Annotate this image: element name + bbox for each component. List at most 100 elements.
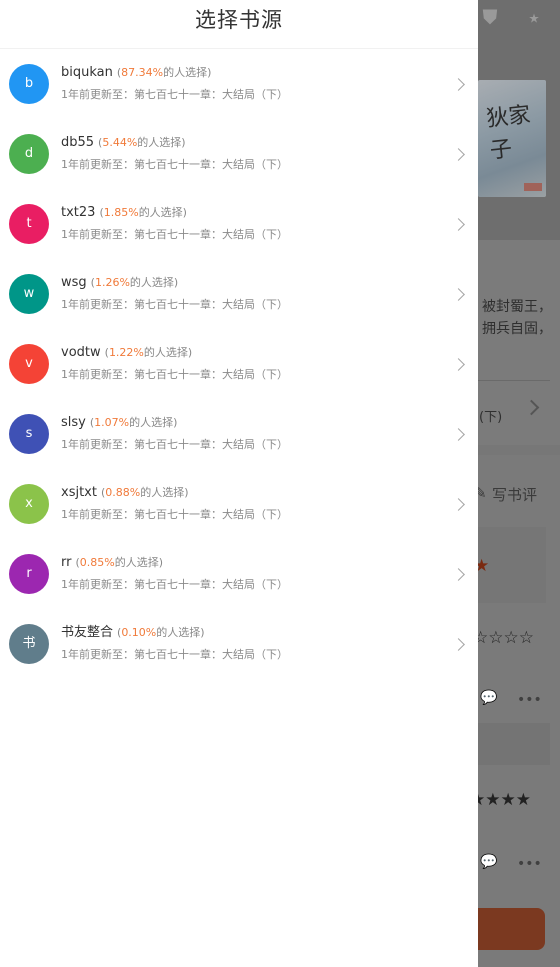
source-share: (1.85%的人选择) [99,206,187,219]
source-share: (5.44%的人选择) [98,136,186,149]
more-icon-2: ••• [517,856,542,872]
chevron-right-icon [452,358,465,371]
source-title-line: 书友整合 (0.10%的人选择) [61,621,205,640]
source-share: (0.10%的人选择) [117,626,205,639]
source-item[interactable]: s slsy (1.07%的人选择) 1年前更新至：第七百七十一章：大结局（下） [0,399,478,469]
source-title-line: xsjtxt (0.88%的人选择) [61,481,189,500]
source-avatar: b [9,64,49,104]
source-percentage: 5.44% [102,136,138,149]
source-name: txt23 [61,205,96,220]
source-title-line: db55 (5.44%的人选择) [61,131,186,150]
source-title-line: txt23 (1.85%的人选择) [61,201,187,220]
summary-line-1: 被封蜀王， [482,299,552,315]
source-title-line: wsg (1.26%的人选择) [61,271,178,290]
reply-box [478,723,550,765]
source-avatar: v [9,344,49,384]
source-share: (1.26%的人选择) [91,276,179,289]
chevron-right-icon [452,288,465,301]
source-item[interactable]: r rr (0.85%的人选择) 1年前更新至：第七百七十一章：大结局（下） [0,539,478,609]
source-share: (0.85%的人选择) [75,556,163,569]
source-update-text: 1年前更新至：第七百七十一章：大结局（下） [61,508,288,521]
source-name: 书友整合 [61,625,114,640]
summary-line-2: 拥兵自固， [482,321,552,337]
source-title-line: slsy (1.07%的人选择) [61,411,177,430]
source-name: vodtw [61,345,101,360]
comment-icon: 💬 [480,690,498,706]
source-update-text: 1年前更新至：第七百七十一章：大结局（下） [61,438,288,451]
source-title-line: vodtw (1.22%的人选择) [61,341,192,360]
source-name: biqukan [61,65,113,80]
source-share: (1.22%的人选择) [105,346,193,359]
share-suffix: 的人选择) [163,66,212,79]
source-item[interactable]: d db55 (5.44%的人选择) 1年前更新至：第七百七十一章：大结局（下） [0,119,478,189]
source-name: rr [61,555,72,570]
share-suffix: 的人选择) [137,136,186,149]
source-avatar: x [9,484,49,524]
chevron-right-icon [452,638,465,651]
chevron-right-icon [452,498,465,511]
chevron-right-icon [452,148,465,161]
more-icon: ••• [517,692,542,708]
source-percentage: 1.85% [103,206,139,219]
chevron-right-icon [452,568,465,581]
source-item[interactable]: t txt23 (1.85%的人选择) 1年前更新至：第七百七十一章：大结局（下） [0,189,478,259]
report-shield-icon: ⛊ [482,5,498,29]
drawer-header: 选择书源 [0,0,478,49]
source-title-line: biqukan (87.34%的人选择) [61,61,211,80]
source-item[interactable]: x xsjtxt (0.88%的人选择) 1年前更新至：第七百七十一章：大结局（下） [0,469,478,539]
source-percentage: 87.34% [121,66,164,79]
chevron-right-icon [452,78,465,91]
source-update-text: 1年前更新至：第七百七十一章：大结局（下） [61,158,288,171]
source-list: b biqukan (87.34%的人选择) 1年前更新至：第七百七十一章：大结局（下… [0,49,478,679]
source-drawer: 选择书源 b biqukan (87.34%的人选择) 1年前更新至：第七百七十一章：… [0,0,478,967]
source-avatar: s [9,414,49,454]
share-icon: ⭑ [528,5,540,29]
source-percentage: 0.10% [121,626,157,639]
source-item[interactable]: b biqukan (87.34%的人选择) 1年前更新至：第七百七十一章：大结局（下… [0,49,478,119]
drawer-title: 选择书源 [195,8,283,32]
star-icon: ☆☆☆☆ [473,628,534,648]
source-name: xsjtxt [61,485,97,500]
source-update-text: 1年前更新至：第七百七十一章：大结局（下） [61,648,288,661]
source-name: slsy [61,415,86,430]
chevron-right-icon [452,218,465,231]
source-update-text: 1年前更新至：第七百七十一章：大结局（下） [61,88,288,101]
source-avatar: r [9,554,49,594]
star-icon-filled: ★★★★ [470,790,531,810]
source-percentage: 1.26% [94,276,130,289]
source-title-line: rr (0.85%的人选择) [61,551,163,570]
share-suffix: 的人选择) [129,276,179,289]
share-suffix: 的人选择) [140,486,189,499]
share-suffix: 的人选择) [129,416,178,429]
source-percentage: 1.07% [94,416,130,429]
latest-chapter-tail: (下) [479,410,503,425]
source-avatar: 书 [9,624,49,664]
divider [478,380,550,381]
cover-title: 狄家子 [485,102,532,164]
source-percentage: 1.22% [108,346,144,359]
book-cover: 狄家子 [478,80,546,197]
comment-icon-2: 💬 [480,854,498,870]
source-update-text: 1年前更新至：第七百七十一章：大结局（下） [61,368,288,381]
source-name: db55 [61,135,95,150]
source-percentage: 0.85% [79,556,115,569]
source-update-text: 1年前更新至：第七百七十一章：大结局（下） [61,578,288,591]
source-avatar: d [9,134,49,174]
source-item[interactable]: v vodtw (1.22%的人选择) 1年前更新至：第七百七十一章：大结局（下） [0,329,478,399]
source-share: (1.07%的人选择) [90,416,178,429]
cover-publisher-tag [524,183,542,191]
source-item[interactable]: w wsg (1.26%的人选择) 1年前更新至：第七百七十一章：大结局（下） [0,259,478,329]
share-suffix: 的人选择) [143,346,193,359]
source-avatar: w [9,274,49,314]
write-review-button: 写书评 [492,486,538,504]
source-share: (0.88%的人选择) [101,486,189,499]
source-update-text: 1年前更新至：第七百七十一章：大结局（下） [61,298,288,311]
source-item[interactable]: 书书友整合 (0.10%的人选择) 1年前更新至：第七百七十一章：大结局（下） [0,609,478,679]
share-suffix: 的人选择) [156,626,205,639]
source-name: wsg [61,275,87,290]
read-button [478,908,545,950]
source-percentage: 0.88% [105,486,141,499]
source-update-text: 1年前更新至：第七百七十一章：大结局（下） [61,228,288,241]
chevron-right-icon [452,428,465,441]
source-avatar: t [9,204,49,244]
